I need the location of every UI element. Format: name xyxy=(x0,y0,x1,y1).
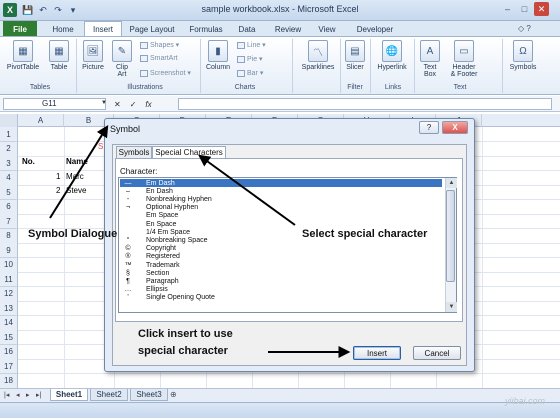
arrow-to-em-dash xyxy=(198,154,296,226)
annotation-arrows xyxy=(49,124,351,358)
watermark: yiibai.com xyxy=(505,396,546,406)
arrow-to-dialog xyxy=(49,124,109,219)
